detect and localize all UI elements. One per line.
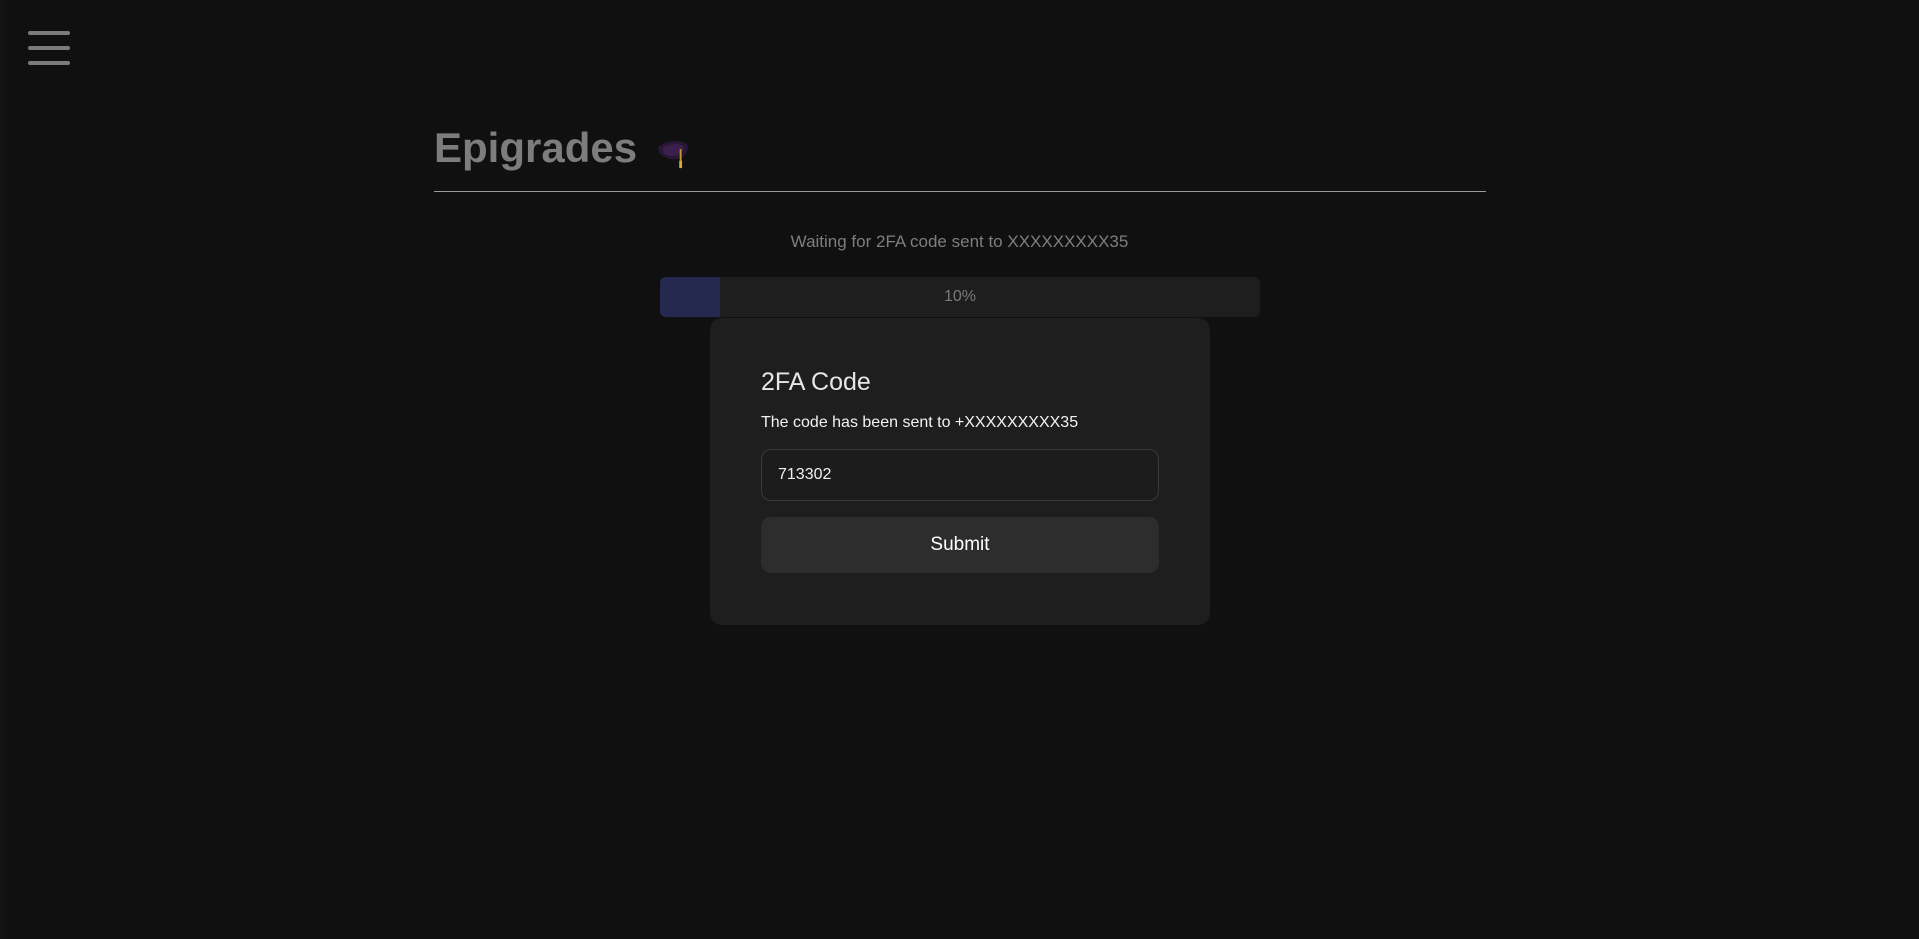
left-edge-shade bbox=[0, 0, 8, 939]
page-header: Epigrades bbox=[434, 118, 1486, 178]
menu-bar bbox=[28, 31, 70, 35]
dialog-title: 2FA Code bbox=[761, 368, 871, 396]
app-title: Epigrades bbox=[434, 124, 638, 171]
graduation-cap-icon bbox=[658, 141, 688, 169]
two-factor-dialog: 2FA Code The code has been sent to +XXXX… bbox=[710, 318, 1210, 625]
progress-label: 10% bbox=[943, 288, 977, 305]
hamburger-menu-icon[interactable] bbox=[28, 31, 70, 65]
code-input[interactable] bbox=[761, 449, 1159, 501]
menu-bar bbox=[28, 46, 70, 50]
status-message: Waiting for 2FA code sent to XXXXXXXXX35 bbox=[790, 232, 1129, 251]
header-divider bbox=[434, 191, 1486, 192]
page: Epigrades Waiting for 2FA code sent to X… bbox=[0, 0, 1919, 939]
dialog-message: The code has been sent to +XXXXXXXXX35 bbox=[761, 414, 1079, 431]
submit-button[interactable]: Submit bbox=[761, 517, 1159, 573]
menu-bar bbox=[28, 61, 70, 65]
progress-bar: 10% bbox=[660, 277, 1260, 317]
